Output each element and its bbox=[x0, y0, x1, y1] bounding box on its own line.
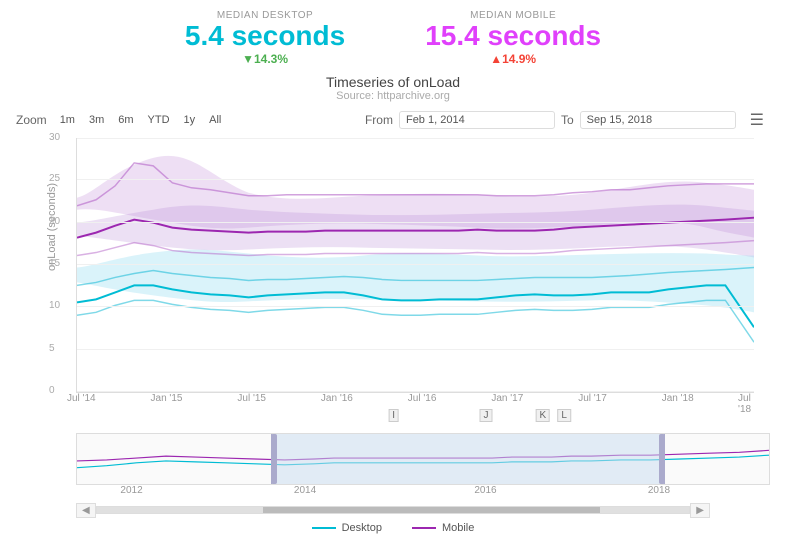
mobile-legend-label: Mobile bbox=[442, 522, 474, 534]
legend: Desktop Mobile bbox=[0, 522, 786, 534]
mobile-stat: MEDIAN MOBILE 15.4 seconds ▲14.9% bbox=[425, 10, 601, 66]
y-tick-10: 10 bbox=[77, 306, 754, 307]
chart-title: Timeseries of onLoad bbox=[0, 74, 786, 90]
from-date-input[interactable] bbox=[399, 111, 555, 129]
date-range: From To bbox=[365, 111, 736, 129]
to-date-input[interactable] bbox=[580, 111, 736, 129]
scroll-thumb[interactable] bbox=[263, 507, 601, 513]
x-label-jan16: Jan '16 bbox=[321, 393, 353, 404]
desktop-change: ▼14.3% bbox=[185, 52, 345, 66]
mobile-legend-line bbox=[412, 527, 436, 529]
scroll-handle-left[interactable] bbox=[271, 434, 277, 484]
zoom-all[interactable]: All bbox=[204, 112, 226, 128]
scroll-track[interactable] bbox=[96, 506, 691, 514]
mini-chart[interactable] bbox=[76, 433, 770, 485]
zoom-1m[interactable]: 1m bbox=[55, 112, 80, 128]
marker-j: J bbox=[480, 409, 493, 422]
scrollbar-container: ◀ ▶ bbox=[76, 503, 710, 518]
x-label-jul15: Jul '15 bbox=[237, 393, 266, 404]
toolbar: Zoom 1m 3m 6m YTD 1y All From To ☰ bbox=[0, 102, 786, 138]
x-axis-labels: Jul '14 Jan '15 Jul '15 Jan '16 Jul '16 … bbox=[60, 393, 770, 409]
scroll-left-btn[interactable]: ◀ bbox=[76, 503, 96, 518]
x-label-jul14: Jul '14 bbox=[67, 393, 96, 404]
mobile-value: 15.4 seconds bbox=[425, 21, 601, 52]
marker-k: K bbox=[535, 409, 550, 422]
mini-label-2018: 2018 bbox=[648, 485, 670, 496]
x-label-jul16: Jul '16 bbox=[408, 393, 437, 404]
y-tick-0: 0 bbox=[77, 391, 754, 392]
main-chart: 30 25 20 15 10 5 0 bbox=[76, 138, 754, 393]
desktop-legend-label: Desktop bbox=[342, 522, 382, 534]
desktop-value: 5.4 seconds bbox=[185, 21, 345, 52]
mobile-change: ▲14.9% bbox=[425, 52, 601, 66]
zoom-controls: Zoom 1m 3m 6m YTD 1y All bbox=[16, 112, 226, 128]
zoom-1y[interactable]: 1y bbox=[179, 112, 201, 128]
marker-labels: I J K L bbox=[60, 409, 770, 425]
mini-x-labels: 2012 2014 2016 2018 bbox=[76, 485, 770, 501]
zoom-label: Zoom bbox=[16, 113, 47, 127]
chart-svg bbox=[77, 138, 754, 392]
y-tick-25: 25 bbox=[77, 179, 754, 180]
chart-source: Source: httparchive.org bbox=[0, 90, 786, 102]
y-tick-30: 30 bbox=[77, 138, 754, 139]
y-tick-5: 5 bbox=[77, 349, 754, 350]
x-label-jul17: Jul '17 bbox=[578, 393, 607, 404]
to-label: To bbox=[561, 113, 574, 127]
mini-label-2016: 2016 bbox=[474, 485, 496, 496]
stats-container: MEDIAN DESKTOP 5.4 seconds ▼14.3% MEDIAN… bbox=[0, 0, 786, 70]
x-label-jan18: Jan '18 bbox=[662, 393, 694, 404]
x-label-jan15: Jan '15 bbox=[151, 393, 183, 404]
mini-label-2012: 2012 bbox=[120, 485, 142, 496]
scroll-right-btn[interactable]: ▶ bbox=[690, 503, 710, 518]
from-label: From bbox=[365, 113, 393, 127]
legend-desktop: Desktop bbox=[312, 522, 382, 534]
mini-label-2014: 2014 bbox=[294, 485, 316, 496]
desktop-stat: MEDIAN DESKTOP 5.4 seconds ▼14.3% bbox=[185, 10, 345, 66]
zoom-3m[interactable]: 3m bbox=[84, 112, 109, 128]
y-tick-20: 20 bbox=[77, 222, 754, 223]
mini-highlight bbox=[271, 434, 665, 484]
hamburger-icon[interactable]: ☰ bbox=[744, 108, 770, 132]
legend-mobile: Mobile bbox=[412, 522, 474, 534]
x-label-jan17: Jan '17 bbox=[491, 393, 523, 404]
marker-i: I bbox=[388, 409, 399, 422]
zoom-6m[interactable]: 6m bbox=[113, 112, 138, 128]
desktop-legend-line bbox=[312, 527, 336, 529]
marker-l: L bbox=[557, 409, 571, 422]
zoom-ytd[interactable]: YTD bbox=[143, 112, 175, 128]
y-tick-15: 15 bbox=[77, 264, 754, 265]
scroll-handle-right[interactable] bbox=[659, 434, 665, 484]
